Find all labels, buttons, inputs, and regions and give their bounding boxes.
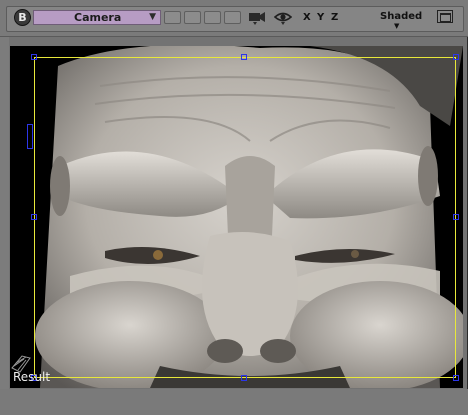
- axis-z-toggle[interactable]: Z: [331, 12, 338, 23]
- resize-handle-top-right[interactable]: [453, 54, 459, 60]
- resize-handle-left[interactable]: [31, 214, 37, 220]
- view-slot-3[interactable]: [204, 11, 221, 24]
- camera-select[interactable]: Camera ▼: [33, 10, 161, 25]
- resize-handle-right[interactable]: [453, 214, 459, 220]
- view-slot-4[interactable]: [224, 11, 241, 24]
- camera-icon[interactable]: [248, 10, 266, 25]
- dropdown-arrow-icon: ▼: [149, 12, 156, 22]
- resize-handle-bottom-right[interactable]: [453, 375, 459, 381]
- eye-icon[interactable]: [274, 11, 292, 25]
- viewport-menu-button[interactable]: B: [14, 9, 31, 26]
- resize-handle-top[interactable]: [241, 54, 247, 60]
- view-slot-group: [164, 11, 241, 24]
- shading-mode-label: Shaded: [380, 11, 423, 22]
- viewport-result-label: Result: [13, 370, 51, 384]
- maximize-icon[interactable]: [437, 10, 453, 23]
- resize-handle-bottom[interactable]: [241, 375, 247, 381]
- viewport-toolbar: B Camera ▼ X Y Z Shaded ▼: [0, 0, 468, 37]
- camera-select-label: Camera: [74, 11, 122, 24]
- shading-mode-select[interactable]: Shaded ▼: [380, 11, 423, 30]
- rendered-face-image: [10, 46, 463, 388]
- axis-x-toggle[interactable]: X: [303, 12, 311, 23]
- left-border: [0, 37, 9, 402]
- side-slider-handle[interactable]: [27, 124, 33, 149]
- bottom-border: [0, 389, 468, 415]
- view-slot-1[interactable]: [164, 11, 181, 24]
- dropdown-arrow-icon: ▼: [394, 22, 400, 30]
- render-viewport[interactable]: [10, 46, 463, 388]
- resize-handle-top-left[interactable]: [31, 54, 37, 60]
- view-slot-2[interactable]: [184, 11, 201, 24]
- axis-y-toggle[interactable]: Y: [317, 12, 324, 23]
